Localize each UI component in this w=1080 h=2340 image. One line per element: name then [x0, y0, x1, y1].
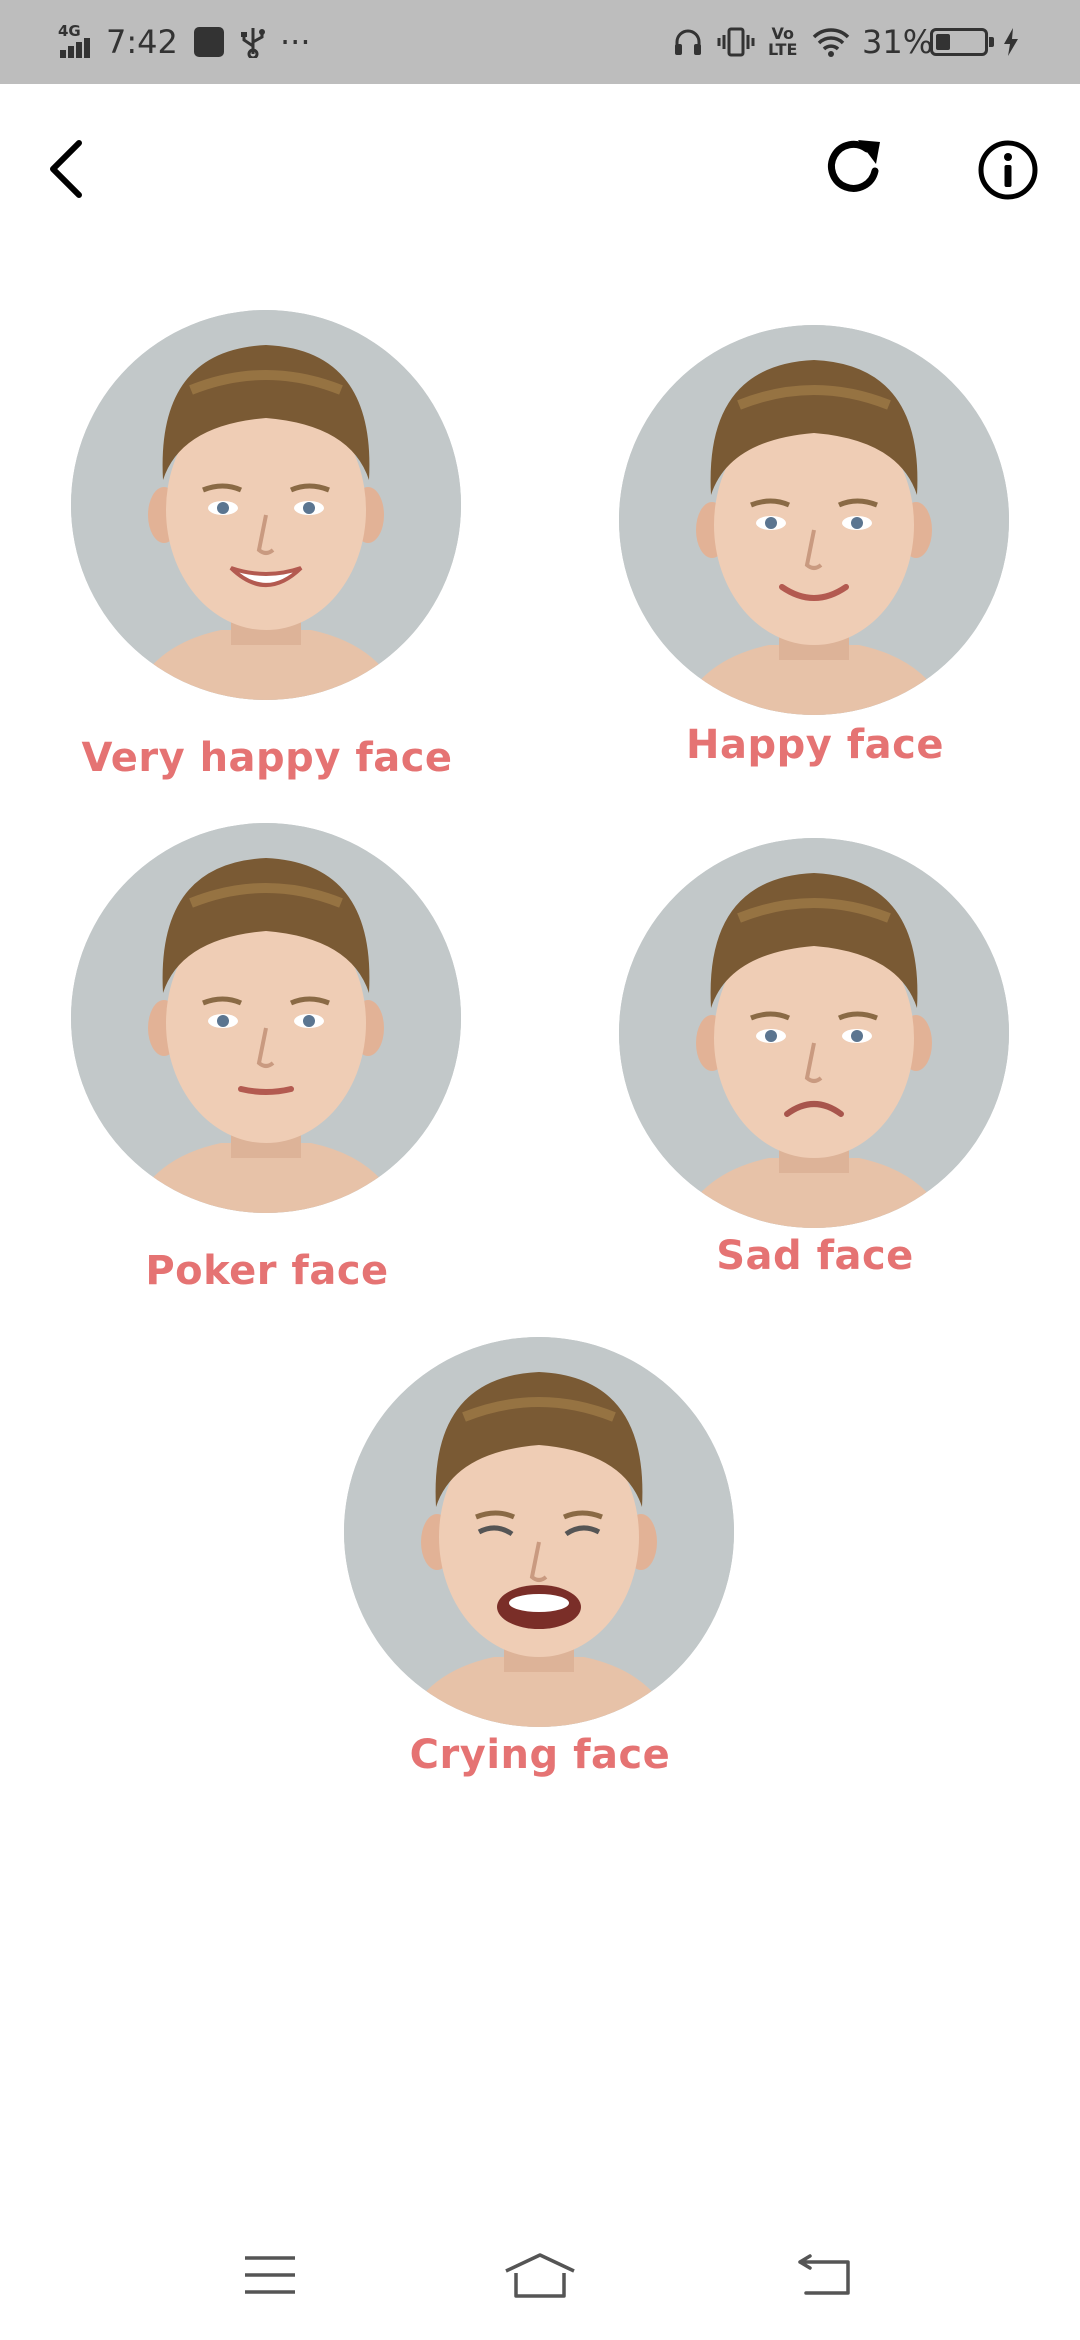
info-button[interactable]: [972, 134, 1044, 206]
signal-icon: 4G: [58, 0, 98, 84]
battery-percent: 31%: [862, 23, 934, 61]
wifi-icon: [812, 0, 850, 84]
vibrate-icon: [716, 0, 756, 84]
charging-icon: [1002, 0, 1020, 84]
usb-icon: [240, 0, 266, 84]
face-option-poker[interactable]: Poker face: [67, 823, 467, 1303]
more-notifications-icon: ···: [280, 23, 311, 61]
face-option-very-happy[interactable]: Very happy face: [67, 310, 467, 790]
face-photo: [71, 310, 461, 700]
screen: 4G 7:42 ··· Vo LTE 31% Very happy face H…: [0, 0, 1080, 2340]
status-bar: 4G 7:42 ··· Vo LTE 31%: [0, 0, 1080, 84]
chevron-left-icon: [50, 140, 82, 198]
home-icon: [505, 2253, 575, 2298]
usb-debug-icon: [194, 0, 224, 84]
refresh-icon: [828, 140, 880, 192]
face-label: Sad face: [716, 1233, 914, 1279]
volte-bottom: LTE: [768, 40, 798, 59]
network-type: 4G: [58, 22, 81, 40]
face-label: Very happy face: [81, 735, 453, 781]
face-photo: [619, 838, 1009, 1228]
face-option-happy[interactable]: Happy face: [615, 325, 1015, 785]
headphones-icon: [672, 0, 704, 84]
system-nav-bar: [0, 2200, 1080, 2340]
battery-icon: [930, 0, 994, 84]
face-label: Crying face: [409, 1732, 671, 1778]
volte-icon: Vo LTE: [768, 0, 797, 84]
info-icon: [978, 140, 1038, 200]
back-nav-button[interactable]: [784, 2240, 864, 2310]
face-label: Happy face: [686, 722, 944, 768]
face-photo: [71, 823, 461, 1213]
face-label: Poker face: [145, 1248, 389, 1294]
app-bar: [0, 84, 1080, 254]
refresh-button[interactable]: [820, 134, 890, 204]
face-option-sad[interactable]: Sad face: [615, 838, 1015, 1298]
face-option-crying[interactable]: Crying face: [340, 1337, 740, 1797]
back-button[interactable]: [30, 134, 100, 204]
menu-icon: [245, 2256, 295, 2294]
face-photo: [619, 325, 1009, 715]
clock: 7:42: [106, 23, 178, 61]
menu-button[interactable]: [230, 2240, 310, 2310]
face-photo: [344, 1337, 734, 1727]
back-icon: [798, 2254, 850, 2295]
home-button[interactable]: [500, 2240, 580, 2310]
